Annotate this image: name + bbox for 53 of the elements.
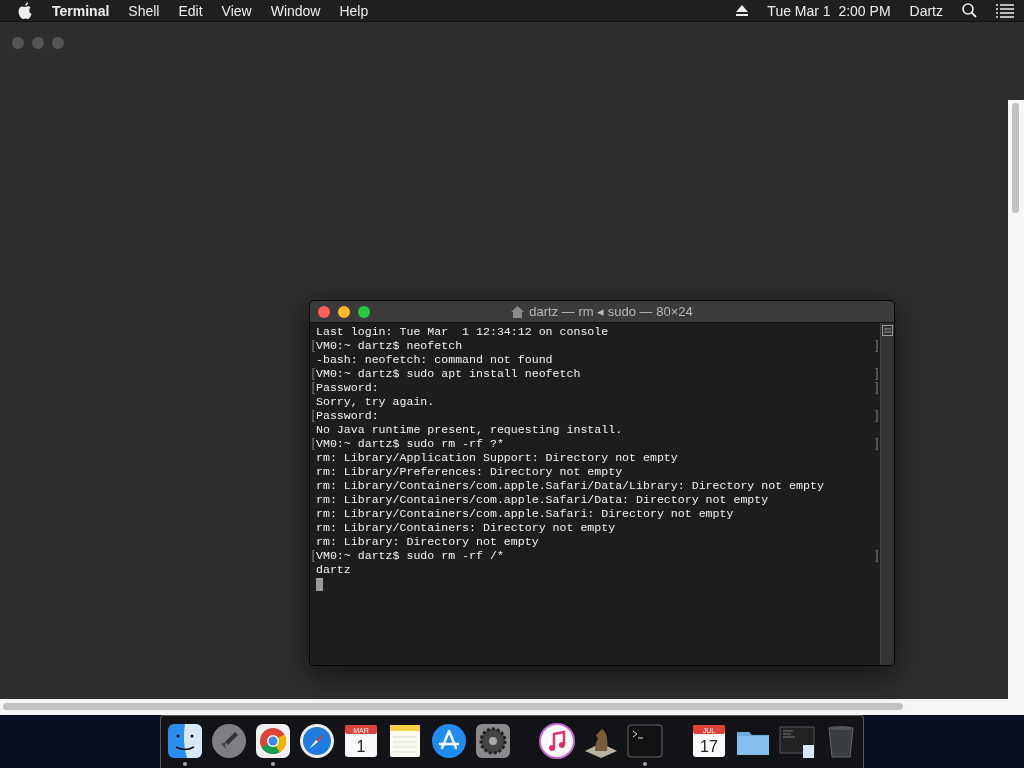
app-store-icon[interactable] bbox=[431, 722, 467, 759]
menu-item[interactable]: Help bbox=[339, 2, 369, 19]
terminal-line: rm: Library/Containers/com.apple.Safari/Data: Directory not empty bbox=[316, 493, 769, 507]
terminal-line: Last login: Tue Mar 1 12:34:12 on console bbox=[316, 325, 609, 339]
list-icon[interactable] bbox=[996, 3, 1014, 18]
window-control-button[interactable] bbox=[358, 305, 370, 318]
terminal-line: rm: Library/Containers/com.apple.Safari: Directory not empty bbox=[316, 507, 734, 521]
terminal-line: Password: bbox=[316, 409, 379, 423]
compass-icon[interactable] bbox=[299, 722, 335, 759]
split-pane-icon[interactable] bbox=[882, 325, 893, 336]
menu-item[interactable]: Window bbox=[270, 2, 321, 19]
terminal-line: rm: Library/Application Support: Directory not empty bbox=[316, 451, 678, 465]
terminal-line: rm: Library: Directory not empty bbox=[316, 535, 539, 549]
terminal-line: rm: Library/Containers: Directory not empty bbox=[316, 521, 616, 535]
eject-icon[interactable] bbox=[736, 5, 749, 16]
finder-face-icon[interactable] bbox=[167, 722, 203, 759]
terminal-line: rm: Library/Preferences: Directory not empty bbox=[316, 465, 623, 479]
menu-user-name[interactable]: Dartz bbox=[909, 2, 943, 19]
terminal-line: VM0:~ dartz$ sudo rm -rf /* bbox=[316, 549, 504, 563]
mark-bracket-icon bbox=[312, 410, 880, 422]
window-control-button[interactable] bbox=[318, 305, 330, 318]
house-icon bbox=[511, 305, 525, 318]
menu-item[interactable]: View bbox=[221, 2, 252, 19]
terminal-line: Password: bbox=[316, 381, 379, 395]
window-title: dartz — rm ◂ sudo — 80×24 bbox=[529, 304, 693, 319]
search-icon[interactable] bbox=[962, 3, 977, 18]
menu-clock[interactable]: Tue Mar 1 2:00 PM bbox=[767, 2, 891, 19]
terminal-line: -bash: neofetch: command not found bbox=[316, 353, 553, 367]
menu-item[interactable]: Edit bbox=[178, 2, 203, 19]
horizontal-scrollbar[interactable] bbox=[0, 699, 1024, 715]
vertical-scrollbar[interactable] bbox=[1008, 100, 1024, 699]
music-note-icon[interactable] bbox=[539, 722, 575, 759]
terminal-line: VM0:~ dartz$ neofetch bbox=[316, 339, 463, 353]
terminal-line: rm: Library/Containers/com.apple.Safari/Data/Library: Directory not empty bbox=[316, 479, 824, 493]
notepad-icon[interactable] bbox=[387, 722, 423, 759]
mark-bracket-icon bbox=[312, 368, 880, 380]
chrome-icon[interactable] bbox=[255, 722, 291, 759]
terminal-line: VM0:~ dartz$ sudo rm -rf ?* bbox=[316, 437, 504, 451]
terminal-icon[interactable] bbox=[627, 722, 663, 759]
terminal-line: No Java runtime present, requesting install. bbox=[316, 423, 623, 437]
mark-bracket-icon bbox=[312, 550, 880, 562]
mark-bracket-icon bbox=[312, 340, 880, 352]
mark-bracket-icon bbox=[312, 382, 880, 394]
window-control-button[interactable] bbox=[338, 305, 350, 318]
text-cursor bbox=[316, 578, 323, 591]
menu-item[interactable]: Shell bbox=[128, 2, 160, 19]
menu-app-name[interactable]: Terminal bbox=[52, 2, 110, 19]
mark-bracket-icon bbox=[312, 438, 880, 450]
apple-logo-icon[interactable] bbox=[18, 2, 33, 19]
terminal-line: VM0:~ dartz$ sudo apt install neofetch bbox=[316, 367, 581, 381]
gear-icon[interactable] bbox=[475, 722, 511, 759]
terminal-line: Sorry, try again. bbox=[316, 395, 435, 409]
terminal-line: dartz bbox=[316, 563, 351, 577]
